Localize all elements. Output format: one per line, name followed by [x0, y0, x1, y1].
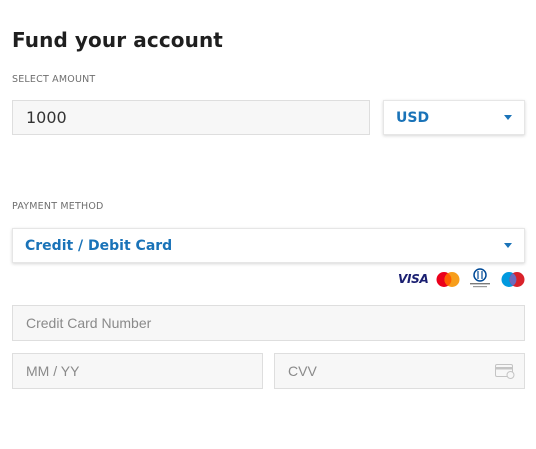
chevron-down-icon	[504, 115, 512, 120]
cvv-placeholder: CVV	[288, 363, 317, 379]
card-number-placeholder: Credit Card Number	[26, 315, 152, 331]
chevron-down-icon	[504, 243, 512, 248]
cvv-field[interactable]: CVV	[274, 353, 525, 389]
expiry-placeholder: MM / YY	[26, 363, 80, 379]
visa-logo-icon: VISA	[398, 272, 429, 286]
maestro-logo-icon	[501, 271, 525, 287]
payment-method-value: Credit / Debit Card	[25, 237, 173, 254]
expiry-field[interactable]: MM / YY	[12, 353, 263, 389]
card-cvv-icon	[495, 364, 515, 379]
card-logos: VISA	[398, 267, 526, 291]
payment-method-select[interactable]: Credit / Debit Card	[12, 228, 525, 263]
diners-club-logo-icon	[470, 268, 491, 288]
mastercard-logo-icon	[436, 271, 460, 287]
page-title: Fund your account	[12, 28, 223, 52]
amount-input[interactable]: 1000	[12, 100, 370, 135]
currency-select[interactable]: USD	[383, 100, 525, 135]
currency-value: USD	[396, 109, 430, 126]
payment-method-label: PAYMENT METHOD	[12, 201, 104, 212]
select-amount-label: SELECT AMOUNT	[12, 74, 96, 85]
card-number-field[interactable]: Credit Card Number	[12, 305, 525, 341]
